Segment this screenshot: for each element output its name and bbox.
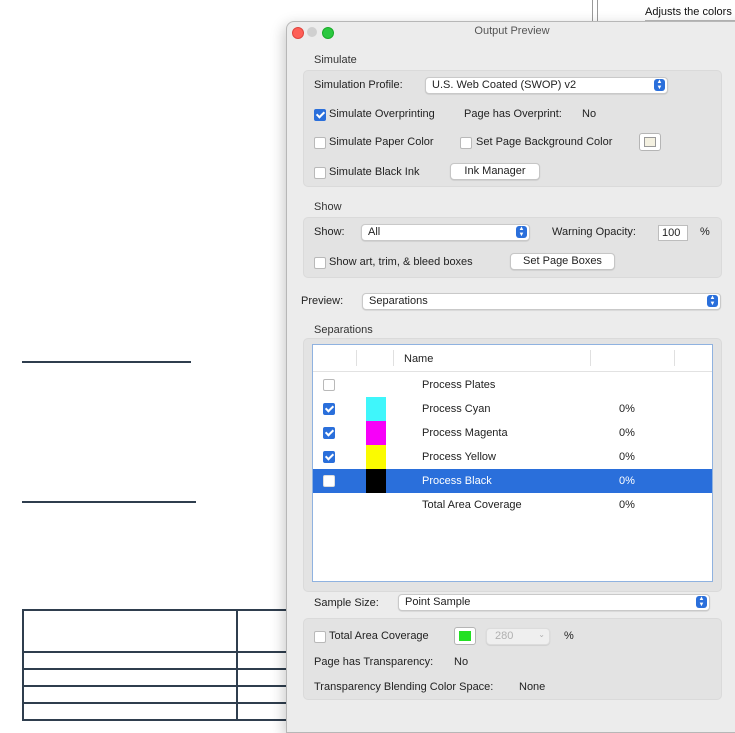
simulation-profile-select[interactable]: U.S. Web Coated (SWOP) v2 ▲ ▼	[425, 77, 668, 94]
separation-row[interactable]: Process Yellow 0%	[313, 445, 712, 469]
transparency-label: Page has Transparency:	[314, 656, 434, 668]
title-bar[interactable]: Output Preview	[287, 22, 735, 42]
separation-name: Process Cyan	[422, 403, 491, 415]
warning-opacity-unit: %	[700, 226, 710, 238]
separation-row[interactable]: Process Plates	[313, 373, 712, 397]
page-background-label[interactable]: Set Page Background Color	[476, 136, 612, 148]
show-select[interactable]: All ▲ ▼	[361, 224, 530, 241]
separation-color-swatch	[366, 445, 386, 469]
sample-size-select[interactable]: Point Sample ▲ ▼	[398, 594, 710, 611]
separation-checkbox[interactable]	[323, 403, 335, 415]
separation-row[interactable]: Total Area Coverage 0%	[313, 493, 712, 517]
document-rule-2	[22, 501, 196, 503]
updown-arrows-icon: ▲ ▼	[696, 596, 707, 608]
preview-value: Separations	[369, 295, 428, 307]
total-area-coverage-checkbox[interactable]	[314, 631, 326, 643]
column-header-name[interactable]: Name	[404, 353, 433, 365]
coverage-color-swatch	[459, 631, 471, 641]
document-rule-1	[22, 361, 191, 363]
transparency-value: No	[454, 656, 469, 668]
output-preview-window: Output Preview Simulate Simulation Profi…	[286, 21, 735, 733]
set-page-boxes-button[interactable]: Set Page Boxes	[510, 253, 615, 270]
simulation-profile-value: U.S. Web Coated (SWOP) v2	[432, 79, 577, 91]
separation-name: Process Plates	[422, 379, 496, 391]
simulate-group: Simulation Profile: U.S. Web Coated (SWO…	[303, 70, 722, 187]
coverage-unit: %	[564, 630, 574, 642]
separations-section-title: Separations	[314, 324, 373, 336]
window-title: Output Preview	[474, 25, 550, 37]
page-background-color-swatch	[644, 137, 656, 147]
separation-percent: 0%	[619, 427, 635, 439]
separation-color-swatch	[366, 397, 386, 421]
blending-space-label: Transparency Blending Color Space:	[314, 681, 494, 693]
warning-opacity-input[interactable]: 100	[658, 225, 688, 241]
show-boxes-checkbox[interactable]	[314, 257, 326, 269]
separation-percent: 0%	[619, 499, 635, 511]
separation-color-swatch	[366, 469, 386, 493]
separation-name: Process Yellow	[422, 451, 496, 463]
show-label: Show:	[314, 226, 345, 238]
show-boxes-label[interactable]: Show art, trim, & bleed boxes	[329, 256, 473, 268]
separation-percent: 0%	[619, 475, 635, 487]
coverage-group: Total Area Coverage 280 ⌄ % Page has Tra…	[303, 618, 722, 700]
document-table	[22, 609, 300, 721]
total-area-coverage-label[interactable]: Total Area Coverage	[329, 630, 429, 642]
simulate-overprinting-label[interactable]: Simulate Overprinting	[329, 108, 435, 120]
separation-name: Total Area Coverage	[422, 499, 522, 511]
preview-select[interactable]: Separations ▲ ▼	[362, 293, 721, 310]
side-panel-text: Adjusts the colors	[645, 6, 732, 18]
separation-row[interactable]: Process Cyan 0%	[313, 397, 712, 421]
simulate-section-title: Simulate	[314, 54, 357, 66]
separations-table-header: Name	[313, 345, 712, 372]
show-value: All	[368, 226, 381, 238]
simulate-black-ink-checkbox[interactable]	[314, 167, 326, 179]
coverage-color-button[interactable]	[454, 627, 476, 645]
page-background-color-button[interactable]	[639, 133, 661, 151]
sample-size-label: Sample Size:	[314, 597, 379, 609]
ink-manager-button[interactable]: Ink Manager	[450, 163, 540, 180]
chevron-down-icon: ⌄	[538, 630, 545, 639]
separation-row[interactable]: Process Magenta 0%	[313, 421, 712, 445]
separation-row[interactable]: Process Black 0%	[313, 469, 712, 493]
separation-name: Process Black	[422, 475, 492, 487]
sample-size-value: Point Sample	[405, 596, 471, 608]
overprint-value: No	[582, 108, 597, 120]
simulation-profile-label: Simulation Profile:	[314, 79, 403, 91]
separation-checkbox[interactable]	[323, 379, 335, 391]
simulate-paper-color-checkbox[interactable]	[314, 137, 326, 149]
separation-checkbox[interactable]	[323, 475, 335, 487]
simulate-paper-color-label[interactable]: Simulate Paper Color	[329, 136, 434, 148]
preview-label: Preview:	[301, 295, 344, 307]
overprint-label: Page has Overprint:	[464, 108, 562, 120]
separation-percent: 0%	[619, 403, 635, 415]
updown-arrows-icon: ▲ ▼	[516, 226, 527, 238]
separation-checkbox[interactable]	[323, 427, 335, 439]
simulate-black-ink-label[interactable]: Simulate Black Ink	[329, 166, 419, 178]
separations-table: Name Process Plates Process Cyan 0% Process…	[312, 344, 713, 582]
separation-checkbox[interactable]	[323, 451, 335, 463]
separation-name: Process Magenta	[422, 427, 508, 439]
show-section-title: Show	[314, 201, 342, 213]
blending-space-value: None	[519, 681, 546, 693]
updown-arrows-icon: ▲ ▼	[654, 79, 665, 91]
warning-opacity-label: Warning Opacity:	[552, 226, 636, 238]
coverage-value: 280	[495, 630, 514, 642]
simulate-overprinting-checkbox[interactable]	[314, 109, 326, 121]
updown-arrows-icon: ▲ ▼	[707, 295, 718, 307]
coverage-value-combo: 280 ⌄	[486, 628, 550, 645]
show-group: Show: All ▲ ▼ Warning Opacity: 100 % Show…	[303, 217, 722, 278]
separation-color-swatch	[366, 421, 386, 445]
separation-percent: 0%	[619, 451, 635, 463]
page-background-checkbox[interactable]	[460, 137, 472, 149]
